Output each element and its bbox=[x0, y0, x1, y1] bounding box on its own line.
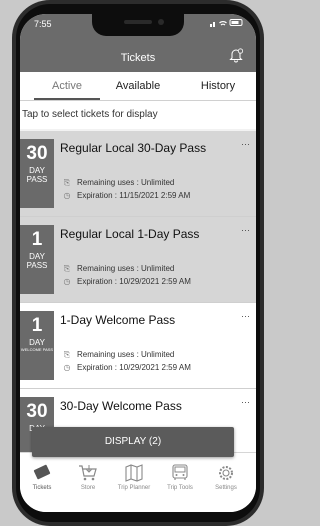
page-title: Tickets bbox=[120, 52, 156, 64]
badge-number: 30 bbox=[26, 143, 48, 164]
ticket-name: Regular Local 30-Day Pass bbox=[60, 141, 207, 155]
tab-active[interactable]: Active bbox=[30, 72, 104, 100]
remaining-uses: Remaining uses : Unlimited bbox=[77, 264, 175, 273]
tabbar-label: Trip Planner bbox=[117, 485, 151, 491]
signal-wifi-battery-icon bbox=[210, 19, 243, 27]
notification-bell-icon[interactable] bbox=[228, 47, 244, 63]
ticket-tabs: Active Available History bbox=[20, 72, 256, 101]
more-options-icon[interactable]: ··· bbox=[241, 225, 250, 235]
badge-unit-2: PASS bbox=[26, 261, 48, 270]
display-button[interactable]: DISPLAY (2) bbox=[32, 427, 234, 457]
map-icon bbox=[125, 464, 143, 482]
ticket-badge: 1 DAY WELCOME PASS bbox=[20, 311, 54, 380]
ticket-name: 1-Day Welcome Pass bbox=[60, 313, 176, 327]
tabbar-settings[interactable]: Settings bbox=[204, 463, 248, 491]
expiration: Expiration : 10/29/2021 2:59 AM bbox=[77, 363, 191, 372]
remaining-uses: Remaining uses : Unlimited bbox=[77, 350, 175, 359]
clock-icon: ◷ bbox=[63, 191, 71, 200]
ticket-icon bbox=[33, 464, 51, 480]
tab-available[interactable]: Available bbox=[102, 72, 174, 100]
badge-unit-2: PASS bbox=[26, 175, 48, 184]
more-options-icon[interactable]: ··· bbox=[241, 139, 250, 149]
badge-unit: DAY bbox=[29, 166, 45, 175]
select-hint: Tap to select tickets for display bbox=[20, 101, 256, 129]
app-screen: 7:55 Tickets Active Available History Ta… bbox=[20, 14, 256, 512]
bottom-tab-bar: Tickets Store Trip Planner Trip Tools Se… bbox=[20, 452, 256, 512]
bus-icon bbox=[172, 464, 188, 480]
ticket-uses-icon: ⎘ bbox=[63, 178, 71, 187]
expiration: Expiration : 11/15/2021 2:59 AM bbox=[77, 191, 191, 200]
cart-icon bbox=[79, 465, 97, 481]
tabbar-label: Settings bbox=[215, 485, 237, 491]
tabbar-label: Trip Tools bbox=[167, 485, 193, 491]
ticket-card[interactable]: 1 DAY PASS Regular Local 1-Day Pass ··· … bbox=[20, 217, 256, 303]
status-time: 7:55 bbox=[34, 19, 52, 29]
ticket-name: 30-Day Welcome Pass bbox=[60, 399, 182, 413]
notch bbox=[92, 14, 184, 36]
ticket-card[interactable]: 30 DAY PASS Regular Local 30-Day Pass ··… bbox=[20, 131, 256, 217]
more-options-icon[interactable]: ··· bbox=[241, 397, 250, 407]
ticket-uses-icon: ⎘ bbox=[63, 264, 71, 273]
badge-number: 1 bbox=[31, 315, 43, 336]
ticket-badge: 30 DAY PASS bbox=[20, 139, 54, 208]
remaining-uses: Remaining uses : Unlimited bbox=[77, 178, 175, 187]
tabbar-store[interactable]: Store bbox=[66, 463, 110, 491]
tab-history[interactable]: History bbox=[180, 72, 256, 100]
gear-icon bbox=[219, 466, 233, 480]
badge-number: 30 bbox=[26, 401, 48, 422]
badge-unit: DAY bbox=[29, 338, 45, 347]
badge-unit-2: WELCOME PASS bbox=[20, 347, 54, 352]
tabbar-label: Tickets bbox=[32, 485, 52, 491]
ticket-badge: 1 DAY PASS bbox=[20, 225, 54, 294]
more-options-icon[interactable]: ··· bbox=[241, 311, 250, 321]
ticket-card[interactable]: 1 DAY WELCOME PASS 1-Day Welcome Pass ··… bbox=[20, 303, 256, 389]
tabbar-tickets[interactable]: Tickets bbox=[20, 463, 64, 491]
clock-icon: ◷ bbox=[63, 277, 71, 286]
tabbar-label: Store bbox=[80, 485, 96, 491]
tab-indicator bbox=[34, 98, 100, 100]
ticket-name: Regular Local 1-Day Pass bbox=[60, 227, 200, 241]
badge-unit: DAY bbox=[29, 252, 45, 261]
ticket-uses-icon: ⎘ bbox=[63, 350, 71, 359]
badge-number: 1 bbox=[31, 229, 43, 250]
expiration: Expiration : 10/29/2021 2:59 AM bbox=[77, 277, 191, 286]
tabbar-trip-tools[interactable]: Trip Tools bbox=[158, 463, 202, 491]
status-icons bbox=[210, 18, 244, 29]
tabbar-trip-planner[interactable]: Trip Planner bbox=[112, 463, 156, 491]
clock-icon: ◷ bbox=[63, 363, 71, 372]
